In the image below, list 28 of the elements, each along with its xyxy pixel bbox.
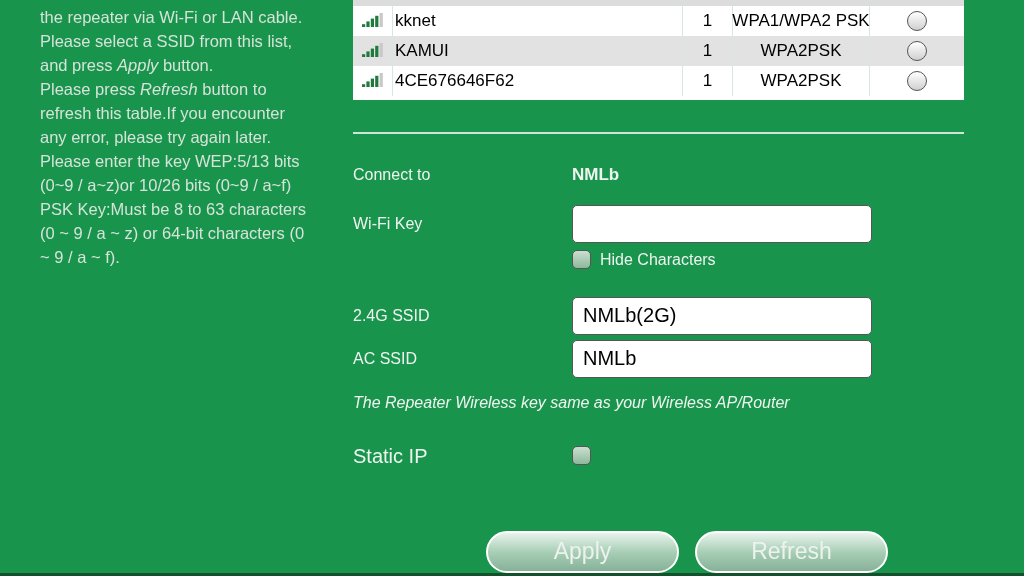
help-text: Please select a SSID from this list, and press Apply button.: [40, 31, 294, 76]
radio-button[interactable]: [907, 11, 927, 31]
field-label: Connect to: [353, 164, 432, 185]
radio-button[interactable]: [907, 71, 927, 91]
channel-cell: 1: [683, 66, 733, 96]
radio-button[interactable]: [907, 41, 927, 61]
security-cell: WPA2PSK: [733, 66, 870, 96]
text-field[interactable]: NMLb(2G): [572, 296, 872, 335]
note-text: The Repeater Wireless key same as your Wireless AP/Router: [353, 392, 791, 413]
field-label: Wi-Fi Key: [353, 213, 424, 234]
checkbox-label: Hide Characters: [600, 249, 716, 270]
help-text: Please press Refresh button to refresh this table.If you encounter any error, please try again later.: [40, 79, 286, 148]
text-field[interactable]: NMLb: [572, 339, 872, 378]
field-label: 2.4G SSID: [353, 305, 431, 326]
signal-icon: [361, 73, 384, 89]
field-label: AC SSID: [353, 348, 418, 369]
connect-to-value: NMLb: [572, 164, 620, 186]
checkbox[interactable]: [572, 250, 591, 269]
field-label: Static IP: [353, 443, 429, 469]
help-text: the repeater via Wi-Fi or LAN cable.: [40, 7, 304, 28]
network-row[interactable]: KAMUI 1 WPA2PSK: [353, 36, 964, 66]
signal-icon: [361, 43, 384, 59]
ssid-cell: 4CE676646F62: [393, 66, 683, 96]
signal-icon: [361, 13, 384, 29]
help-text: PSK Key:Must be 8 to 63 characters (0 ~ 9 / a ~ z) or 64-bit characters (0 ~ 9 / a ~ f).: [40, 199, 307, 268]
help-text: Please enter the key WEP:5/13 bits (0~9 / a~z)or 10/26 bits (0~9 / a~f): [40, 151, 301, 196]
checkbox[interactable]: [572, 446, 591, 465]
text-field[interactable]: [572, 204, 872, 243]
